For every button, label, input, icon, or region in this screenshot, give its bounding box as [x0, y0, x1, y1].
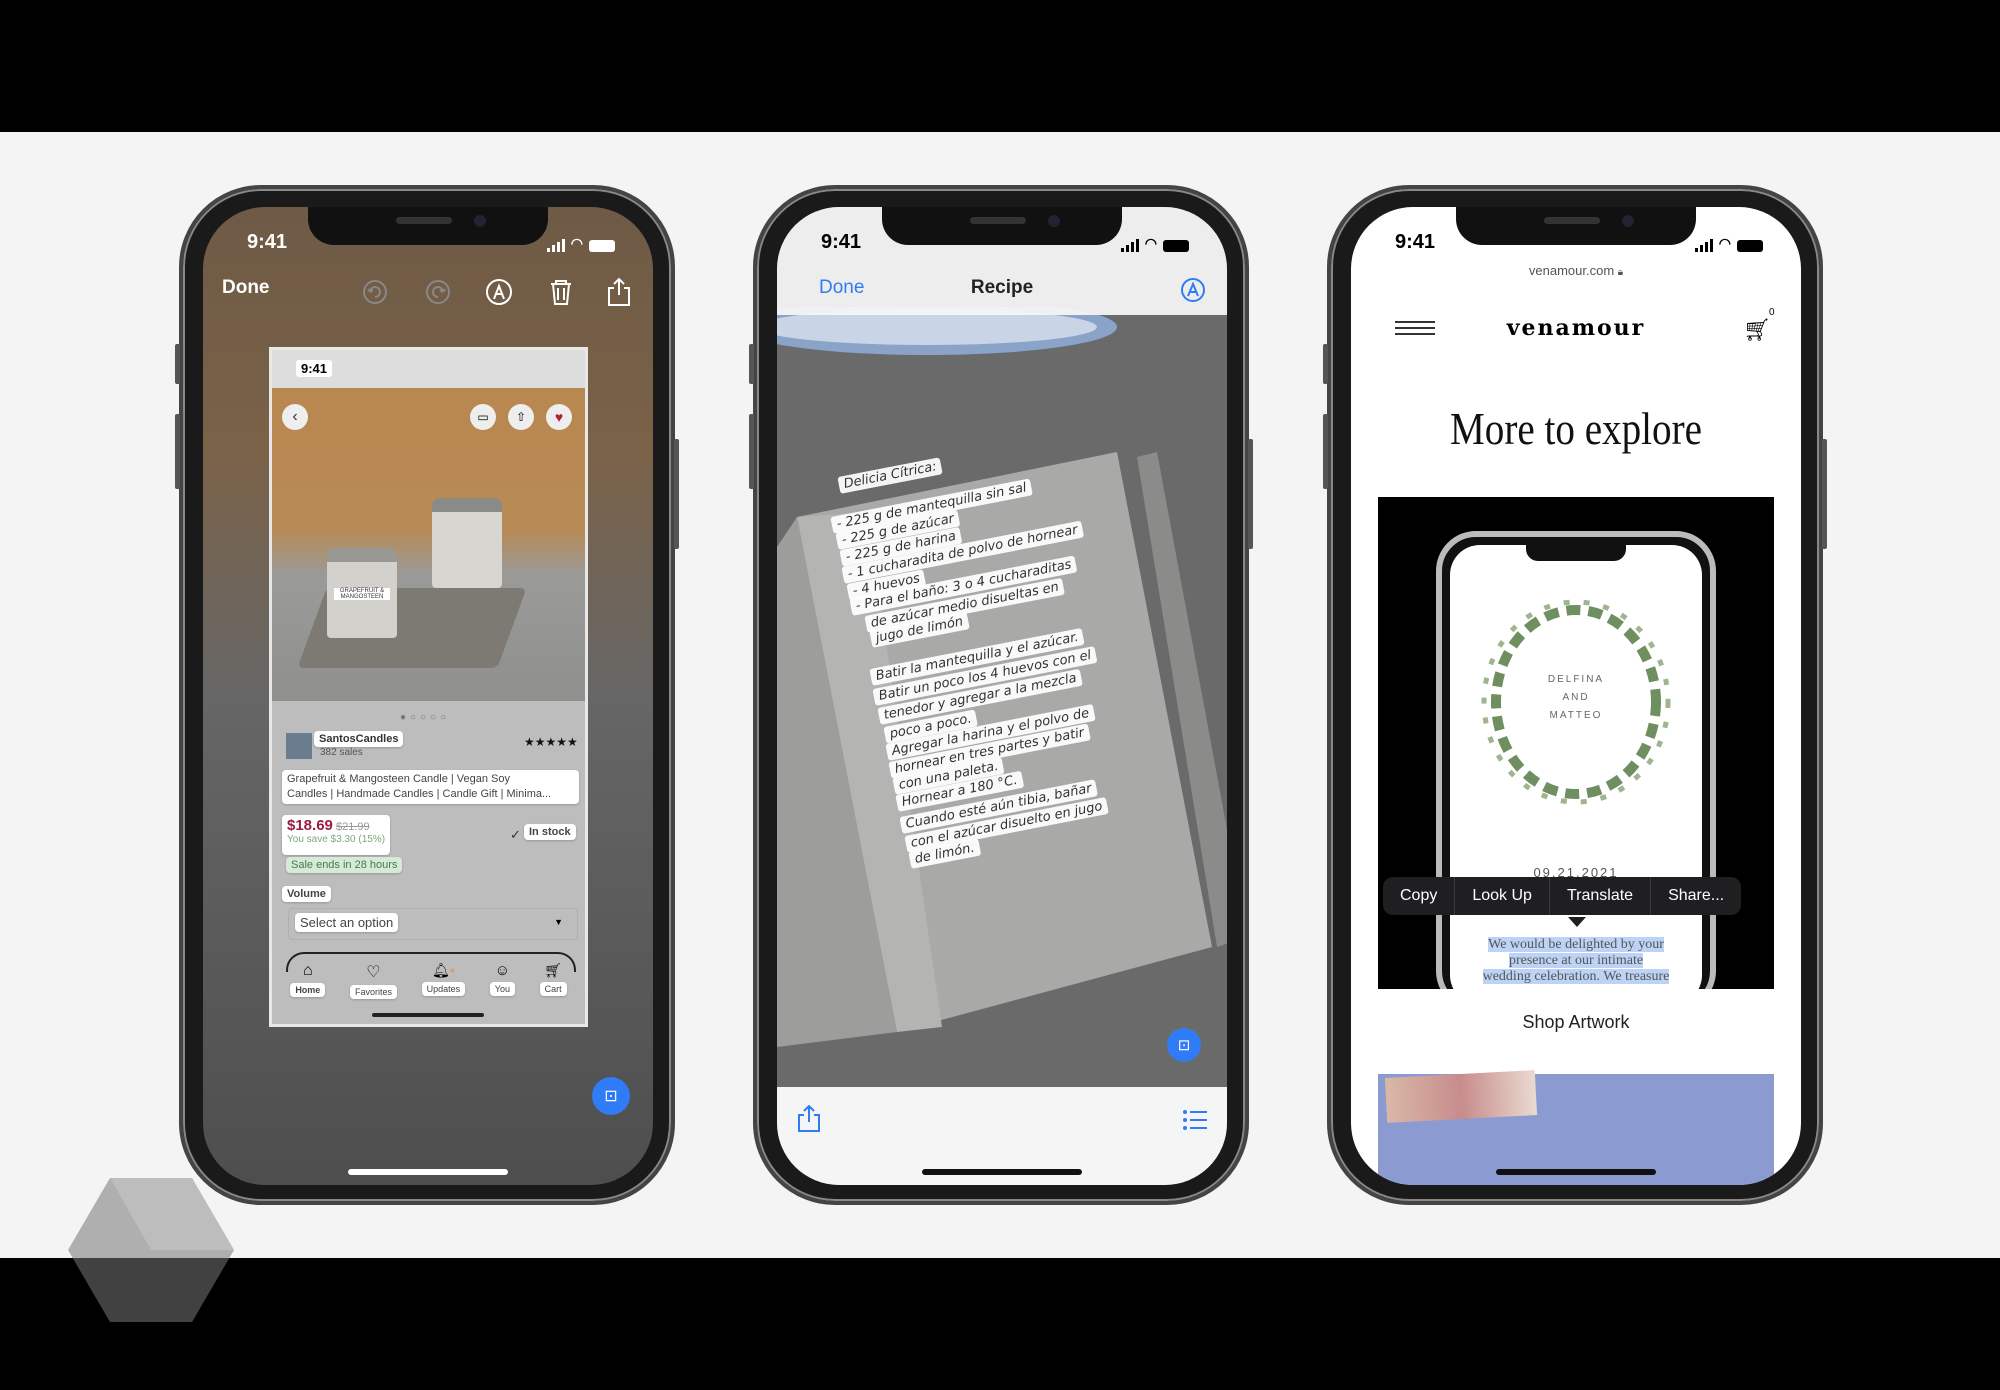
live-text-icon: ⊡: [604, 1088, 618, 1105]
tab-updates[interactable]: 🔔︎• Updates: [421, 962, 466, 1000]
jar-label: GRAPEFRUIT & MANGOSTEEN: [334, 588, 390, 600]
lock-icon: 🔒︎: [1617, 267, 1624, 278]
price: $18.69: [287, 817, 333, 834]
live-text-button[interactable]: ⊡: [1167, 1028, 1201, 1062]
done-button[interactable]: Done: [222, 277, 270, 299]
menu-copy[interactable]: Copy: [1383, 877, 1456, 915]
artwork-image[interactable]: DELFINA AND MATTEO 09.21.2021 Copy Look Up…: [1378, 497, 1774, 989]
context-menu: Copy Look Up Translate Share...: [1383, 877, 1742, 915]
wifi-icon: ◠: [1144, 235, 1157, 251]
markup-icon[interactable]: [1180, 277, 1206, 303]
list-icon[interactable]: [1182, 1109, 1208, 1131]
tab-bar: ⌂ Home ♡ Favorites 🔔︎• Updates ☺ You 🛒︎ Cart: [272, 962, 585, 1000]
volume-label: Volume: [282, 886, 331, 902]
screenshot-time: 9:41: [296, 360, 333, 377]
home-indicator: [348, 1169, 508, 1175]
signal-icon: [1694, 239, 1713, 252]
carousel-dots: ●○○○○: [400, 712, 451, 723]
menu-translate[interactable]: Translate: [1550, 877, 1652, 915]
check-icon: ✓: [510, 827, 521, 842]
screen: 9:41 ◠ Done 9:41 ‹ ▭ ⇧ ♥ GRAPEFRUIT & MA…: [203, 207, 653, 1185]
shop-artwork-link[interactable]: Shop Artwork: [1351, 1012, 1801, 1033]
tab-favorites[interactable]: ♡ Favorites: [349, 962, 397, 1000]
wifi-icon: ◠: [1718, 235, 1731, 251]
screen: Delicia Cítrica: - 225 g de mantequilla s…: [777, 207, 1227, 1185]
live-text-button[interactable]: ⊡: [592, 1077, 630, 1115]
savings-text: You save $3.30 (15%): [287, 834, 386, 845]
card-names: DELFINA AND MATTEO: [1547, 674, 1605, 721]
screen: 9:41 ◠ venamour.com 🔒︎ venamour 🛒︎ 0 Mor…: [1351, 207, 1801, 1185]
battery-icon: [589, 240, 615, 252]
product-title: Grapefruit & Mangosteen Candle | Vegan S…: [282, 770, 579, 804]
sale-badge: Sale ends in 28 hours: [286, 857, 403, 873]
tab-cart[interactable]: 🛒︎ Cart: [539, 962, 567, 1000]
stock-status: In stock: [524, 824, 576, 840]
menu-look-up[interactable]: Look Up: [1455, 877, 1550, 915]
nav-title: Recipe: [970, 277, 1034, 298]
cart-icon[interactable]: 🛒︎: [1743, 317, 1771, 343]
seller-avatar: [286, 733, 312, 759]
share-icon[interactable]: ⇧: [508, 404, 534, 430]
message-icon[interactable]: ▭: [470, 404, 496, 430]
share-icon[interactable]: [797, 1105, 821, 1133]
letterbox-bottom: [0, 1258, 2000, 1390]
site-logo[interactable]: venamour: [1351, 315, 1801, 341]
favorite-heart-icon[interactable]: ♥: [546, 404, 572, 430]
url-bar[interactable]: venamour.com 🔒︎: [1351, 263, 1801, 278]
back-icon[interactable]: ‹: [282, 404, 308, 430]
markup-toolbar: [363, 277, 630, 306]
status-time: 9:41: [247, 231, 288, 253]
price-block: $18.69 $21.99 You save $3.30 (15%): [282, 815, 391, 855]
cart-count: 0: [1769, 307, 1775, 318]
trash-icon[interactable]: [551, 280, 571, 305]
original-price: $21.99: [335, 821, 370, 833]
share-icon[interactable]: [608, 277, 630, 306]
home-indicator: [922, 1169, 1082, 1175]
dropdown-arrow-icon: ▼: [554, 917, 563, 927]
battery-icon: [1737, 240, 1763, 252]
phone-recipe-camera: Delicia Cítrica: - 225 g de mantequilla s…: [749, 185, 1253, 1205]
signal-icon: [546, 239, 565, 252]
undo-icon[interactable]: [363, 280, 387, 304]
hexagon-logo: [68, 1178, 234, 1322]
letterbox-top: [0, 0, 2000, 132]
battery-icon: [1163, 240, 1189, 252]
markup-icon[interactable]: [486, 279, 512, 305]
product-photo: ‹ ▭ ⇧ ♥ GRAPEFRUIT & MANGOSTEEN: [272, 388, 585, 701]
phone-markup-screenshot: 9:41 ◠ Done 9:41 ‹ ▭ ⇧ ♥ GRAPEFRUIT & MA…: [175, 185, 679, 1205]
menu-share[interactable]: Share...: [1651, 877, 1741, 915]
seller-sales: 382 sales: [320, 747, 363, 758]
phone-safari-webpage: 9:41 ◠ venamour.com 🔒︎ venamour 🛒︎ 0 Mor…: [1323, 185, 1827, 1205]
tab-you[interactable]: ☺ You: [489, 962, 515, 1000]
home-indicator: [1496, 1169, 1656, 1175]
selected-text[interactable]: We would be delighted by your presence a…: [1468, 937, 1684, 985]
tab-home[interactable]: ⌂ Home: [290, 962, 326, 1000]
signal-icon: [1120, 239, 1139, 252]
volume-select[interactable]: Select an option ▼: [288, 908, 578, 940]
wifi-icon: ◠: [570, 235, 583, 251]
redo-icon[interactable]: [426, 280, 450, 304]
screenshot-crop[interactable]: 9:41 ‹ ▭ ⇧ ♥ GRAPEFRUIT & MANGOSTEEN ●○○…: [269, 347, 588, 1027]
rating-stars: ★★★★★: [524, 735, 578, 749]
section-heading: More to explore: [1450, 403, 1702, 454]
live-text-icon: ⊡: [1177, 1037, 1191, 1054]
seller-name[interactable]: SantosCandles: [314, 731, 404, 747]
